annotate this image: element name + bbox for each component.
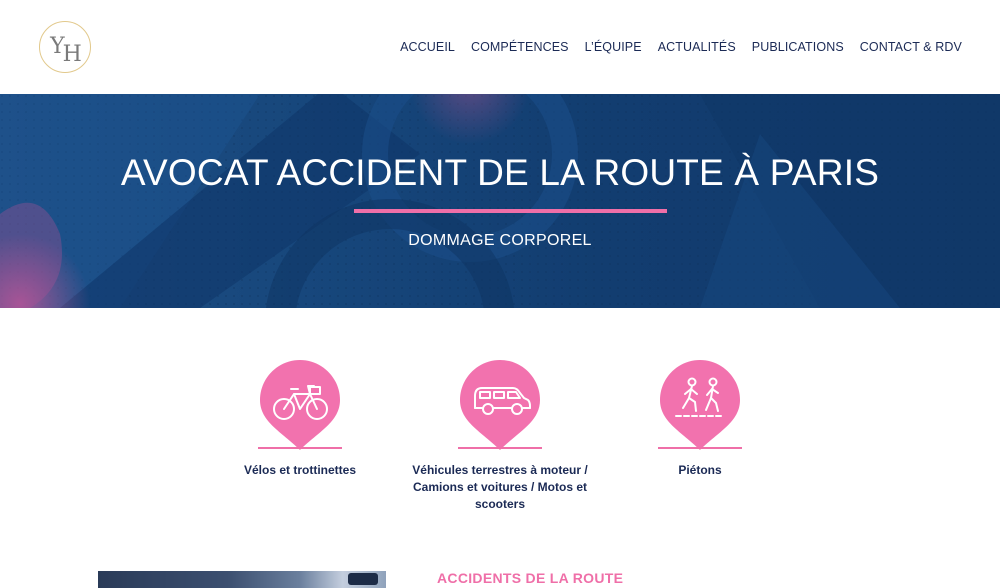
- hero-background-pattern: [0, 94, 1000, 308]
- logo[interactable]: YH: [39, 21, 91, 73]
- pin-underline: [258, 447, 342, 449]
- logo-monogram: YH: [50, 34, 82, 66]
- nav-item-contact[interactable]: CONTACT & RDV: [860, 40, 962, 54]
- pin-underline: [458, 447, 542, 449]
- nav-item-accueil[interactable]: ACCUEIL: [400, 40, 455, 54]
- nav-item-publications[interactable]: PUBLICATIONS: [752, 40, 844, 54]
- category-pin: [658, 358, 742, 454]
- pedestrian-icon: [660, 360, 740, 450]
- accident-photo: [98, 571, 386, 588]
- category-label: Vélos et trottinettes: [243, 463, 357, 477]
- pin-underline: [658, 447, 742, 449]
- logo-letter-y: Y: [50, 34, 64, 59]
- title-divider: [354, 209, 667, 213]
- logo-letter-h: H: [62, 42, 82, 67]
- section-title: ACCIDENTS DE LA ROUTE: [437, 570, 624, 586]
- nav-item-actualites[interactable]: ACTUALITÉS: [658, 40, 736, 54]
- car-icon: [460, 360, 540, 450]
- main-nav: ACCUEIL COMPÉTENCES L’ÉQUIPE ACTUALITÉS …: [384, 40, 962, 54]
- category-pin: [258, 358, 342, 454]
- page-subtitle: DOMMAGE CORPOREL: [408, 232, 592, 249]
- bicycle-icon: [260, 360, 340, 450]
- nav-item-competences[interactable]: COMPÉTENCES: [471, 40, 569, 54]
- category-label: Véhicules terrestres à moteur / Camions …: [412, 463, 588, 511]
- car-silhouette: [348, 573, 378, 585]
- category-pin: [458, 358, 542, 454]
- hero-banner: AVOCAT ACCIDENT DE LA ROUTE À PARIS DOMM…: [0, 94, 1000, 308]
- category-label: Piétons: [678, 463, 722, 477]
- category-vehicules[interactable]: Véhicules terrestres à moteur / Camions …: [400, 358, 600, 513]
- category-velos[interactable]: Vélos et trottinettes: [200, 358, 400, 479]
- page-title: AVOCAT ACCIDENT DE LA ROUTE À PARIS: [120, 152, 880, 193]
- category-pietons[interactable]: Piétons: [600, 358, 800, 479]
- site-header: YH ACCUEIL COMPÉTENCES L’ÉQUIPE ACTUALIT…: [0, 0, 1000, 94]
- nav-item-equipe[interactable]: L’ÉQUIPE: [585, 40, 642, 54]
